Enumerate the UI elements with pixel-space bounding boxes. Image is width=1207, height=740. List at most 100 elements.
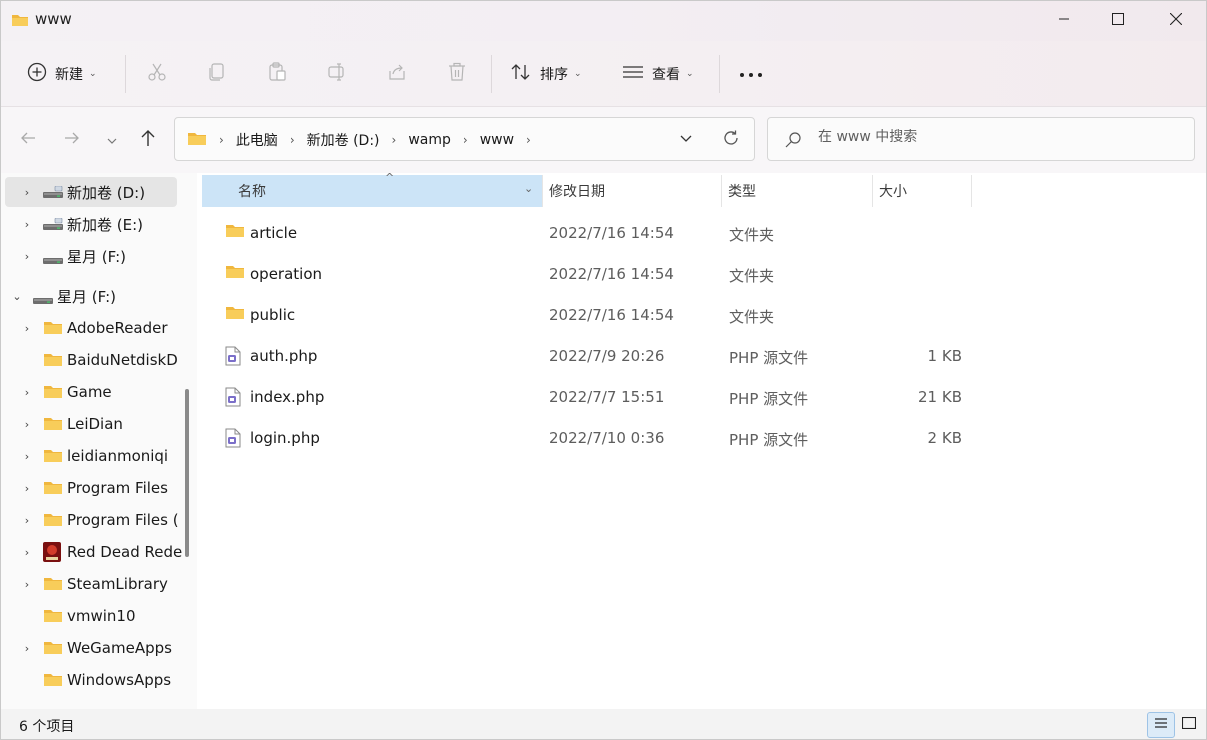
maximize-button[interactable] (1090, 1, 1146, 41)
chevron-right-icon[interactable]: › (21, 450, 33, 463)
rename-button[interactable] (327, 41, 347, 107)
address-bar[interactable]: › 此电脑 › 新加卷 (D:) › wamp › www › (174, 117, 755, 161)
chevron-right-icon[interactable]: › (21, 514, 33, 527)
column-header-date[interactable]: 修改日期 (543, 175, 721, 207)
drive-icon (33, 293, 53, 309)
breadcrumb-drive-d[interactable]: 新加卷 (D:) (307, 130, 380, 150)
up-button[interactable] (133, 125, 163, 155)
folder-icon (43, 672, 63, 692)
php-file-icon (225, 346, 241, 370)
explorer-window: www 新建 ⌄ 排序 ⌄ 查看 ⌄ › 此电脑 › 新加卷 (D:) › wa… (0, 0, 1207, 740)
chevron-right-icon[interactable]: › (21, 546, 33, 559)
title-bar[interactable]: www (1, 1, 1206, 41)
more-button[interactable] (739, 41, 763, 107)
column-divider[interactable] (971, 175, 972, 207)
chevron-right-icon[interactable]: › (21, 218, 33, 231)
table-row[interactable]: article 2022/7/16 14:54 文件夹 (202, 213, 1002, 253)
details-view-button[interactable] (1147, 712, 1175, 738)
new-button[interactable]: 新建 ⌄ (27, 41, 97, 107)
sidebar-item-label: Program Files (67, 479, 168, 497)
sidebar-item-wegameapps[interactable]: › WeGameApps (5, 633, 177, 663)
breadcrumb-www[interactable]: www (480, 132, 514, 148)
sidebar-item-game[interactable]: › Game (5, 377, 177, 407)
details-view-icon (1154, 717, 1168, 733)
file-name[interactable]: login.php (250, 429, 320, 447)
more-icon (739, 66, 763, 82)
thumbnail-view-button[interactable] (1175, 712, 1203, 738)
sidebar-item-label: WindowsApps (67, 671, 172, 689)
sidebar-item-program-files-x86[interactable]: › Program Files ( (5, 505, 179, 535)
sidebar-item-adobereader[interactable]: › AdobeReader (5, 313, 177, 343)
table-row[interactable]: operation 2022/7/16 14:54 文件夹 (202, 254, 1002, 294)
sidebar-item-vmwin10[interactable]: vmwin10 (5, 601, 177, 631)
close-button[interactable] (1148, 1, 1204, 41)
sidebar-item-drive-f[interactable]: › 星月 (F:) (5, 241, 177, 271)
refresh-button[interactable] (722, 129, 740, 151)
chevron-right-icon[interactable]: › (21, 386, 33, 399)
chevron-right-icon[interactable]: › (21, 482, 33, 495)
folder-icon (43, 320, 63, 340)
chevron-right-icon[interactable]: › (21, 418, 33, 431)
cut-button[interactable] (147, 41, 167, 107)
delete-icon (447, 62, 467, 86)
file-name[interactable]: operation (250, 265, 322, 283)
sidebar-item-leidian[interactable]: › LeiDian (5, 409, 177, 439)
table-row[interactable]: login.php 2022/7/10 0:36 PHP 源文件 2 KB (202, 418, 1002, 458)
file-name[interactable]: auth.php (250, 347, 317, 365)
navigation-bar: › 此电脑 › 新加卷 (D:) › wamp › www › (1, 107, 1206, 173)
sidebar-item-steamlibrary[interactable]: › SteamLibrary (5, 569, 177, 599)
breadcrumb-this-pc[interactable]: 此电脑 (236, 130, 278, 150)
chevron-right-icon[interactable]: › (21, 578, 33, 591)
refresh-icon (724, 130, 738, 145)
breadcrumb-wamp[interactable]: wamp (408, 132, 451, 148)
sidebar-item-drive-f-expanded[interactable]: ⌄ 星月 (F:) (5, 281, 177, 311)
chevron-right-icon[interactable]: › (21, 250, 33, 263)
share-button[interactable] (387, 41, 407, 107)
file-name[interactable]: index.php (250, 388, 324, 406)
share-icon (387, 62, 407, 86)
file-size: 1 KB (927, 347, 962, 365)
delete-button[interactable] (447, 41, 467, 107)
column-header-label: 名称 (238, 184, 266, 200)
chevron-right-icon[interactable]: › (21, 186, 33, 199)
sidebar-scrollbar-thumb[interactable] (185, 389, 189, 557)
sidebar-item-leidianmoniqi[interactable]: › leidianmoniqi (5, 441, 177, 471)
column-header-type[interactable]: 类型 (722, 175, 872, 207)
paste-icon (267, 62, 287, 86)
sidebar-item-windowsapps[interactable]: WindowsApps (5, 665, 177, 695)
chevron-down-icon[interactable]: ⌄ (524, 182, 533, 195)
paste-button[interactable] (267, 41, 287, 107)
search-box[interactable] (767, 117, 1195, 161)
column-header-name[interactable]: 名称 ^ ⌄ (202, 171, 542, 207)
file-name[interactable]: article (250, 224, 297, 242)
table-row[interactable]: index.php 2022/7/7 15:51 PHP 源文件 21 KB (202, 377, 1002, 417)
address-dropdown-button[interactable] (678, 130, 694, 150)
arrow-up-icon (140, 129, 156, 151)
folder-icon (225, 223, 245, 243)
minimize-icon (1058, 13, 1070, 29)
table-row[interactable]: auth.php 2022/7/9 20:26 PHP 源文件 1 KB (202, 336, 1002, 376)
copy-button[interactable] (207, 41, 227, 107)
chevron-down-icon[interactable]: ⌄ (11, 290, 23, 303)
view-button[interactable]: 查看 ⌄ (622, 41, 694, 107)
chevron-right-icon[interactable]: › (21, 642, 33, 655)
folder-icon (43, 352, 63, 372)
sidebar-item-program-files[interactable]: › Program Files (5, 473, 177, 503)
column-header-size[interactable]: 大小 (873, 175, 971, 207)
minimize-button[interactable] (1036, 1, 1092, 41)
folder-icon (43, 384, 63, 404)
arrow-left-icon (20, 130, 36, 150)
sort-button[interactable]: 排序 ⌄ (510, 41, 582, 107)
recent-locations-button[interactable] (97, 125, 127, 155)
table-row[interactable]: public 2022/7/16 14:54 文件夹 (202, 295, 1002, 335)
forward-button[interactable] (57, 125, 87, 155)
search-input[interactable] (818, 129, 1178, 145)
sidebar-item-red-dead[interactable]: › Red Dead Rede (5, 537, 182, 567)
sidebar-item-drive-d[interactable]: › 新加卷 (D:) (5, 177, 177, 207)
sidebar-item-drive-e[interactable]: › 新加卷 (E:) (5, 209, 177, 239)
sidebar-item-baidunetdisk[interactable]: BaiduNetdiskD (5, 345, 178, 375)
chevron-right-icon: › (219, 133, 224, 147)
back-button[interactable] (13, 125, 43, 155)
file-name[interactable]: public (250, 306, 295, 324)
chevron-right-icon[interactable]: › (21, 322, 33, 335)
